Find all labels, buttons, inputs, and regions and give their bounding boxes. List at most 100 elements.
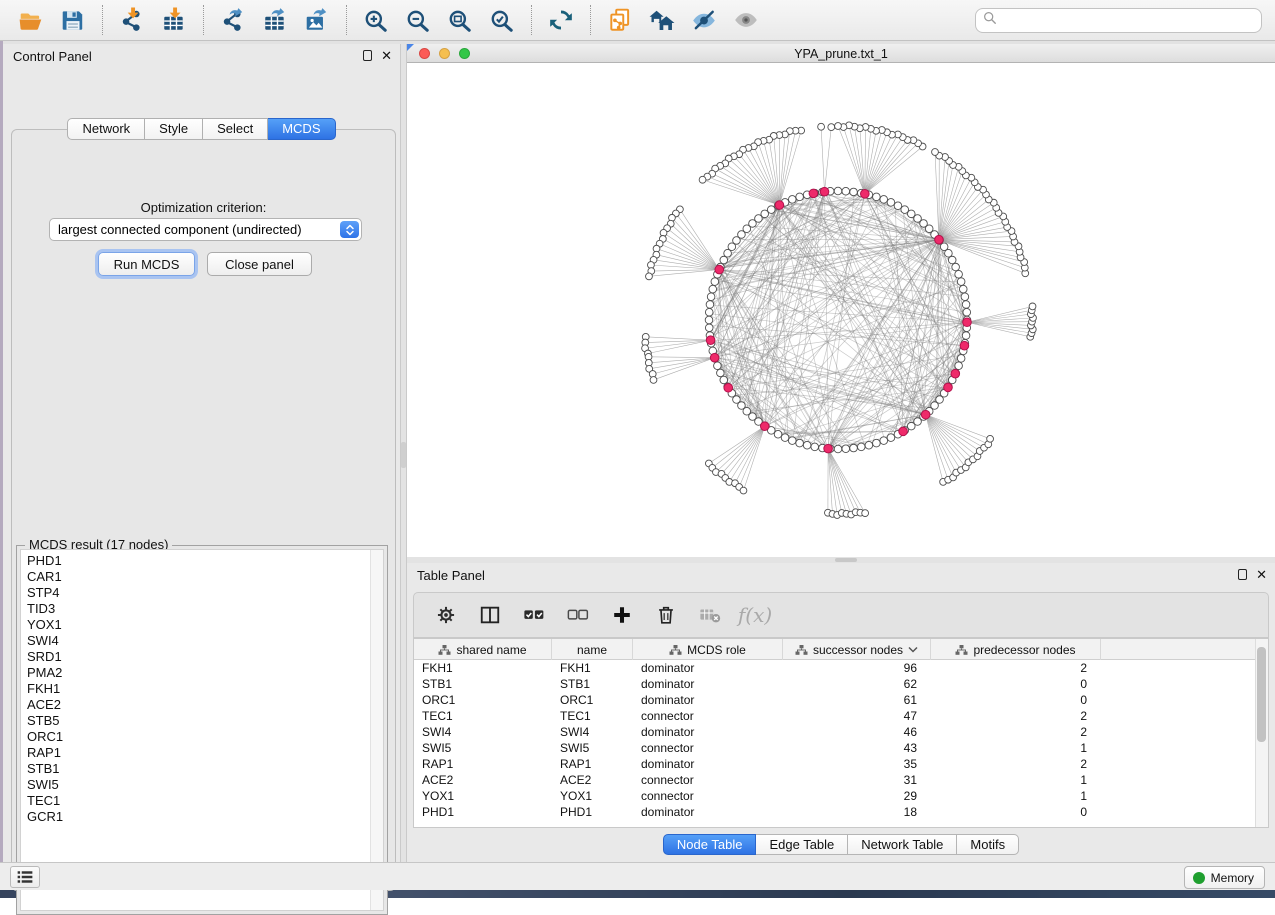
column-header-predecessor-nodes[interactable]: predecessor nodes [931, 639, 1101, 660]
import-table-icon[interactable] [159, 5, 189, 35]
mcds-result-node[interactable]: FKH1 [21, 681, 369, 697]
cell-name: RAP1 [552, 756, 633, 772]
mcds-result-node[interactable]: STB5 [21, 713, 369, 729]
table-row[interactable]: YOX1YOX1connector291 [414, 788, 1255, 804]
close-panel-icon[interactable]: ✕ [1256, 569, 1267, 580]
cell-predecessor-nodes: 1 [931, 788, 1101, 804]
table-row[interactable]: STB1STB1dominator620 [414, 676, 1255, 692]
search-box[interactable] [975, 8, 1262, 33]
cell-name: TEC1 [552, 708, 633, 724]
network-node [857, 443, 865, 451]
cell-shared-name: RAP1 [414, 756, 552, 772]
mcds-result-node[interactable]: YOX1 [21, 617, 369, 633]
add-column-icon[interactable] [608, 601, 636, 629]
control-panel-tabs: NetworkStyleSelectMCDS [3, 118, 400, 140]
first-neighbors-icon[interactable] [647, 5, 677, 35]
export-network-icon[interactable] [218, 5, 248, 35]
float-panel-icon[interactable] [363, 50, 372, 61]
export-table-icon[interactable] [260, 5, 290, 35]
duplicate-network-icon[interactable] [605, 5, 635, 35]
splitter-grip[interactable] [835, 558, 857, 562]
column-header-shared-name[interactable]: shared name [414, 639, 552, 660]
table-row[interactable]: SWI5SWI5connector431 [414, 740, 1255, 756]
mcds-result-list: PHD1CAR1STP4TID3YOX1SWI4SRD1PMA2FKH1ACE2… [21, 553, 369, 910]
hide-selected-icon[interactable] [689, 5, 719, 35]
table-row[interactable]: ORC1ORC1dominator610 [414, 692, 1255, 708]
zoom-in-icon[interactable] [361, 5, 391, 35]
mcds-result-node[interactable]: GCR1 [21, 809, 369, 825]
vertical-splitter[interactable] [400, 44, 407, 862]
show-all-icon[interactable] [731, 5, 761, 35]
mcds-result-node[interactable]: STB1 [21, 761, 369, 777]
mcds-hub-node [820, 187, 829, 196]
column-settings-icon[interactable] [432, 601, 460, 629]
save-session-icon[interactable] [58, 5, 88, 35]
tab-style[interactable]: Style [145, 118, 203, 140]
network-node [955, 270, 963, 278]
memory-button[interactable]: Memory [1184, 866, 1265, 889]
mcds-result-node[interactable]: CAR1 [21, 569, 369, 585]
table-row[interactable]: ACE2ACE2connector311 [414, 772, 1255, 788]
float-panel-icon[interactable] [1238, 569, 1247, 580]
zoom-fit-icon[interactable] [445, 5, 475, 35]
mcds-result-node[interactable]: STP4 [21, 585, 369, 601]
column-header-MCDS-role[interactable]: MCDS role [633, 639, 783, 660]
mcds-result-node[interactable]: SWI5 [21, 777, 369, 793]
refresh-view-icon[interactable] [546, 5, 576, 35]
run-mcds-button[interactable]: Run MCDS [98, 252, 195, 276]
mcds-result-node[interactable]: SWI4 [21, 633, 369, 649]
mcds-result-node[interactable]: PMA2 [21, 665, 369, 681]
mcds-result-node[interactable]: ACE2 [21, 697, 369, 713]
import-network-icon[interactable] [117, 5, 147, 35]
search-input[interactable] [997, 11, 1261, 31]
table-scrollbar[interactable] [1255, 639, 1268, 827]
mcds-hub-node [935, 235, 944, 244]
close-panel-button[interactable]: Close panel [207, 252, 312, 276]
mcds-result-node[interactable]: TID3 [21, 601, 369, 617]
export-image-icon[interactable] [302, 5, 332, 35]
open-file-icon[interactable] [16, 5, 46, 35]
tab-node-table[interactable]: Node Table [663, 834, 757, 855]
splitter-grip[interactable] [401, 442, 406, 468]
mcds-result-node[interactable]: RAP1 [21, 745, 369, 761]
network-canvas[interactable] [407, 63, 1275, 557]
scrollbar-thumb[interactable] [1257, 647, 1266, 742]
select-all-icon[interactable] [520, 601, 548, 629]
tab-network-table[interactable]: Network Table [848, 834, 957, 855]
mcds-result-node[interactable]: TEC1 [21, 793, 369, 809]
tab-edge-table[interactable]: Edge Table [756, 834, 848, 855]
zoom-out-icon[interactable] [403, 5, 433, 35]
criterion-select[interactable]: largest connected component (undirected) [49, 218, 362, 241]
table-row[interactable]: RAP1RAP1dominator352 [414, 756, 1255, 772]
close-panel-icon[interactable]: ✕ [381, 50, 392, 61]
network-node [796, 439, 804, 447]
cell-successor-nodes: 43 [783, 740, 931, 756]
task-history-button[interactable] [10, 866, 40, 888]
table-row[interactable]: PHD1PHD1dominator180 [414, 804, 1255, 820]
tab-network[interactable]: Network [67, 118, 145, 140]
mcds-result-listbox: PHD1CAR1STP4TID3YOX1SWI4SRD1PMA2FKH1ACE2… [20, 549, 384, 911]
cell-predecessor-nodes: 2 [931, 660, 1101, 676]
mcds-result-node[interactable]: PHD1 [21, 553, 369, 569]
network-graph[interactable] [407, 63, 1275, 557]
tab-select[interactable]: Select [203, 118, 268, 140]
memory-label: Memory [1211, 871, 1254, 885]
zoom-selected-icon[interactable] [487, 5, 517, 35]
mcds-hub-node [944, 383, 953, 392]
column-header-name[interactable]: name [552, 639, 633, 660]
deselect-all-icon[interactable] [564, 601, 592, 629]
cell-predecessor-nodes: 2 [931, 708, 1101, 724]
delete-column-icon[interactable] [652, 601, 680, 629]
tab-mcds[interactable]: MCDS [268, 118, 335, 140]
cell-predecessor-nodes: 0 [931, 692, 1101, 708]
column-header-successor-nodes[interactable]: successor nodes [783, 639, 931, 660]
table-row[interactable]: TEC1TEC1connector472 [414, 708, 1255, 724]
split-panel-icon[interactable] [476, 601, 504, 629]
status-bar: Memory [0, 862, 1275, 890]
mcds-result-node[interactable]: SRD1 [21, 649, 369, 665]
table-row[interactable]: FKH1FKH1dominator962 [414, 660, 1255, 676]
mcds-result-scrollbar[interactable] [370, 550, 383, 910]
mcds-result-node[interactable]: ORC1 [21, 729, 369, 745]
tab-motifs[interactable]: Motifs [957, 834, 1019, 855]
table-row[interactable]: SWI4SWI4dominator462 [414, 724, 1255, 740]
